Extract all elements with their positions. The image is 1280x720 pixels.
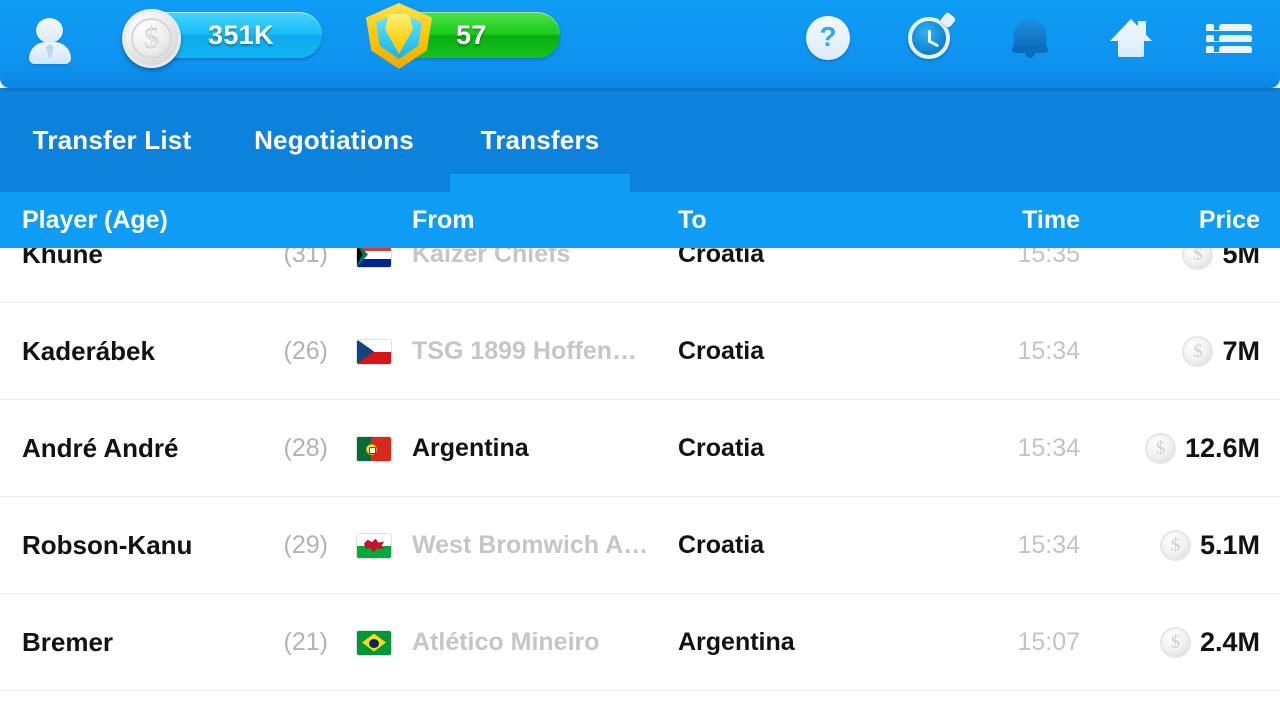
profile-avatar[interactable] — [26, 15, 74, 64]
money-value: 351K — [208, 20, 274, 50]
column-header-price[interactable]: Price — [1199, 192, 1260, 248]
gem-pill[interactable]: 57 — [366, 3, 560, 69]
table-row[interactable]: Khune (31) Kaizer Chiefs Croatia 15:35 $… — [0, 248, 1280, 303]
table-row[interactable]: Kaderábek (26) TSG 1899 Hoffen… Croatia … — [0, 303, 1280, 400]
coin-icon: $ — [1144, 433, 1176, 464]
flag-brazil-icon — [357, 630, 391, 655]
tab-transfers[interactable]: Transfers — [450, 88, 630, 192]
cell-player-name: Bremer — [22, 627, 114, 657]
cell-price: $ 5.1M — [1159, 497, 1260, 594]
table-header: Player (Age) From To Time Price — [0, 192, 1280, 248]
column-header-from[interactable]: From — [412, 192, 475, 248]
cell-price: $ 12.6M — [1144, 400, 1260, 497]
flag-portugal-icon — [357, 436, 391, 461]
cell-to-club: Croatia — [678, 531, 765, 559]
cell-country-flag — [356, 594, 392, 691]
tab-label: Transfers — [480, 124, 600, 155]
price-value: 12.6M — [1184, 433, 1260, 463]
help-glyph: ? — [819, 21, 837, 52]
cell-from-club: West Bromwich A… — [412, 531, 649, 559]
cell-country-flag — [356, 497, 392, 594]
cell-player-age: (29) — [283, 531, 328, 559]
cell-player-name: Khune — [22, 248, 103, 269]
top-bar: $ 351K 57 ? — [0, 0, 1280, 88]
cell-time: 15:34 — [1017, 434, 1080, 462]
table-row[interactable]: Bremer (21) Atlético Mineiro Argentina 1… — [0, 594, 1280, 691]
cell-price: $ 2.4M — [1159, 594, 1260, 691]
avatar-head — [36, 18, 63, 43]
money-pill[interactable]: $ 351K — [122, 9, 322, 68]
transfers-table-body[interactable]: Khune (31) Kaizer Chiefs Croatia 15:35 $… — [0, 248, 1280, 720]
flag-wales-icon — [357, 533, 391, 558]
cell-time: 15:34 — [1017, 337, 1080, 365]
flag-south-africa-icon — [357, 248, 391, 267]
column-header-player[interactable]: Player (Age) — [22, 192, 168, 248]
cell-from-club: Atlético Mineiro — [412, 628, 600, 656]
cell-from-club: Argentina — [412, 434, 529, 462]
dollar-glyph: $ — [143, 21, 160, 56]
tab-active-indicator — [450, 174, 630, 192]
cell-from-club: TSG 1899 Hoffen… — [412, 337, 638, 365]
cell-to-club: Croatia — [678, 248, 765, 268]
bell-icon[interactable] — [1006, 14, 1054, 62]
cell-player-age: (28) — [283, 434, 328, 462]
table-row[interactable]: André André (28) Argentina Croatia 15:34… — [0, 400, 1280, 497]
tab-label: Transfer List — [32, 124, 192, 155]
flag-czech-republic-icon — [357, 339, 391, 364]
cell-player-name: Kaderábek — [22, 336, 155, 366]
coin-icon: $ — [1182, 248, 1214, 270]
menu-icon[interactable] — [1204, 14, 1252, 62]
cell-price: $ 7M — [1182, 303, 1260, 400]
clock-icon[interactable] — [906, 11, 957, 62]
cell-country-flag — [356, 248, 392, 303]
coin-icon: $ — [1159, 530, 1191, 561]
tab-bar: Transfer List Negotiations Transfers — [0, 88, 1280, 192]
gem-value: 57 — [456, 20, 487, 50]
tab-transfer-list[interactable]: Transfer List — [12, 88, 212, 192]
cell-to-club: Argentina — [678, 628, 795, 656]
cell-time: 15:07 — [1017, 628, 1080, 656]
coin-icon: $ — [122, 9, 181, 68]
price-value: 7M — [1222, 336, 1260, 366]
cell-time: 15:34 — [1017, 531, 1080, 559]
cell-player-age: (31) — [283, 248, 328, 268]
table-row[interactable]: Robson-Kanu (29) West Bromwich A… Croati… — [0, 497, 1280, 594]
cell-from-club: Kaizer Chiefs — [412, 248, 571, 268]
price-value: 5.1M — [1199, 530, 1260, 560]
cell-player-name: Robson-Kanu — [22, 530, 193, 560]
price-value: 5M — [1222, 248, 1260, 269]
column-header-to[interactable]: To — [678, 192, 707, 248]
cell-to-club: Croatia — [678, 337, 765, 365]
cell-player-age: (26) — [283, 337, 328, 365]
cell-price: $ 5M — [1182, 248, 1260, 303]
cell-player-name: André André — [22, 433, 179, 463]
cell-country-flag — [356, 303, 392, 400]
cell-time: 15:35 — [1017, 248, 1080, 268]
column-header-time[interactable]: Time — [880, 192, 1080, 248]
coin-icon: $ — [1182, 336, 1214, 367]
tab-negotiations[interactable]: Negotiations — [232, 88, 436, 192]
tab-label: Negotiations — [254, 124, 414, 155]
gem-icon — [366, 3, 432, 69]
price-value: 2.4M — [1199, 627, 1260, 657]
coin-icon: $ — [1159, 627, 1191, 658]
app-root: $ 351K 57 ? Transfer List Negotiations T… — [0, 0, 1280, 720]
cell-player-age: (21) — [283, 628, 328, 656]
cell-country-flag — [356, 400, 392, 497]
home-icon[interactable] — [1106, 14, 1154, 62]
cell-to-club: Croatia — [678, 434, 765, 462]
help-icon[interactable]: ? — [806, 14, 854, 62]
